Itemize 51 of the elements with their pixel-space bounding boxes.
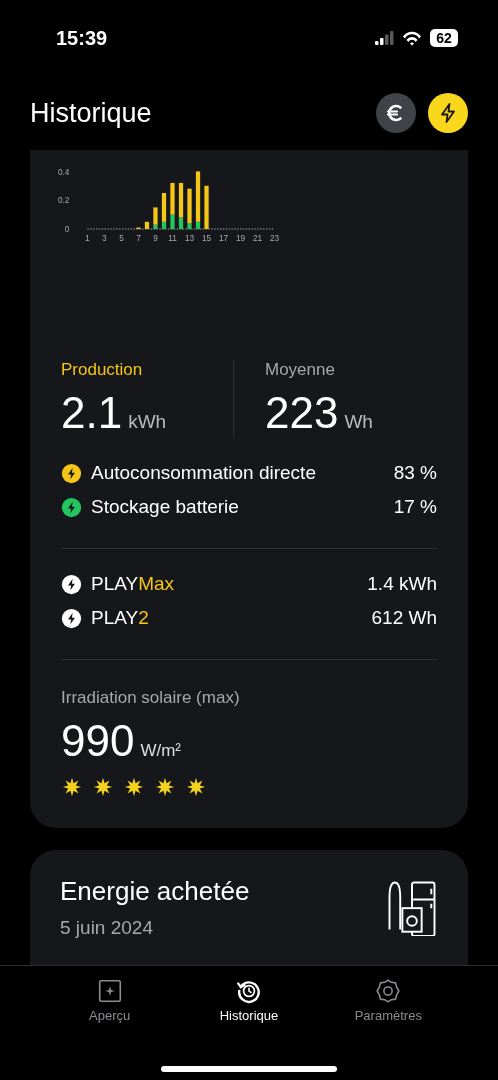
clock-time: 15:39	[56, 26, 108, 50]
signal-icon	[375, 31, 394, 45]
stat-label: Moyenne	[265, 360, 336, 380]
axis-tick-label: 5	[119, 233, 124, 243]
history-icon	[236, 978, 262, 1004]
irradiation-value: 990	[61, 716, 135, 766]
tab-item[interactable]: Historique	[194, 966, 304, 1046]
irradiation-label: Irradiation solaire (max)	[61, 688, 241, 708]
axis-tick-label: 23	[270, 233, 280, 243]
axis-tick-label: 0	[64, 225, 70, 235]
device-energy: 612 Wh	[371, 607, 437, 629]
chart-bar	[144, 221, 150, 229]
irradiation-unit: W/m²	[140, 741, 181, 761]
axis-tick-label: 7	[136, 233, 141, 243]
battery-level: 62	[430, 29, 458, 47]
axis-tick-label: 9	[153, 233, 158, 243]
tab-item[interactable]: Paramètres	[333, 966, 444, 1046]
stat-unit: Wh	[344, 411, 373, 433]
card-date: 5 juin 2024	[60, 917, 154, 939]
row-value: 17 %	[393, 496, 437, 518]
axis-tick-label: 0.2	[57, 196, 70, 206]
energy-toggle[interactable]	[428, 93, 468, 133]
axis-tick-label: 11	[168, 233, 177, 243]
axis-tick-label: 19	[235, 233, 246, 243]
axis-tick-label: 0.4	[57, 167, 70, 177]
sparkle-icon	[96, 978, 123, 1004]
chart-bar	[204, 185, 209, 229]
wifi-icon	[402, 30, 422, 46]
stat-label: Production	[61, 360, 144, 380]
row-label: Stockage batterie	[91, 496, 240, 518]
axis-tick-label: 1	[85, 233, 90, 243]
stat-value: 2.1	[61, 388, 123, 438]
device-name: PLAYMax	[91, 573, 176, 595]
lightning-icon	[61, 573, 82, 595]
card-title: Energie achetée	[60, 876, 250, 907]
lightning-icon	[61, 607, 82, 629]
settings-icon	[375, 978, 402, 1004]
axis-tick-label: 15	[201, 233, 212, 243]
tab-item[interactable]: Aperçu	[54, 966, 165, 1046]
axis-tick-label: 13	[184, 233, 195, 243]
axis-tick-label: 21	[253, 233, 263, 243]
euro-toggle[interactable]	[376, 93, 416, 133]
stat-unit: kWh	[128, 411, 167, 433]
device-name: PLAY2	[91, 607, 150, 629]
device-energy: 1.4 kWh	[367, 573, 437, 595]
stat-value: 223	[265, 388, 339, 438]
row-value: 83 %	[393, 462, 437, 484]
row-label: Autoconsommation directe	[91, 462, 317, 484]
axis-tick-label: 17	[218, 233, 229, 243]
axis-tick-label: 3	[102, 233, 107, 243]
page-title: Historique	[30, 97, 152, 129]
